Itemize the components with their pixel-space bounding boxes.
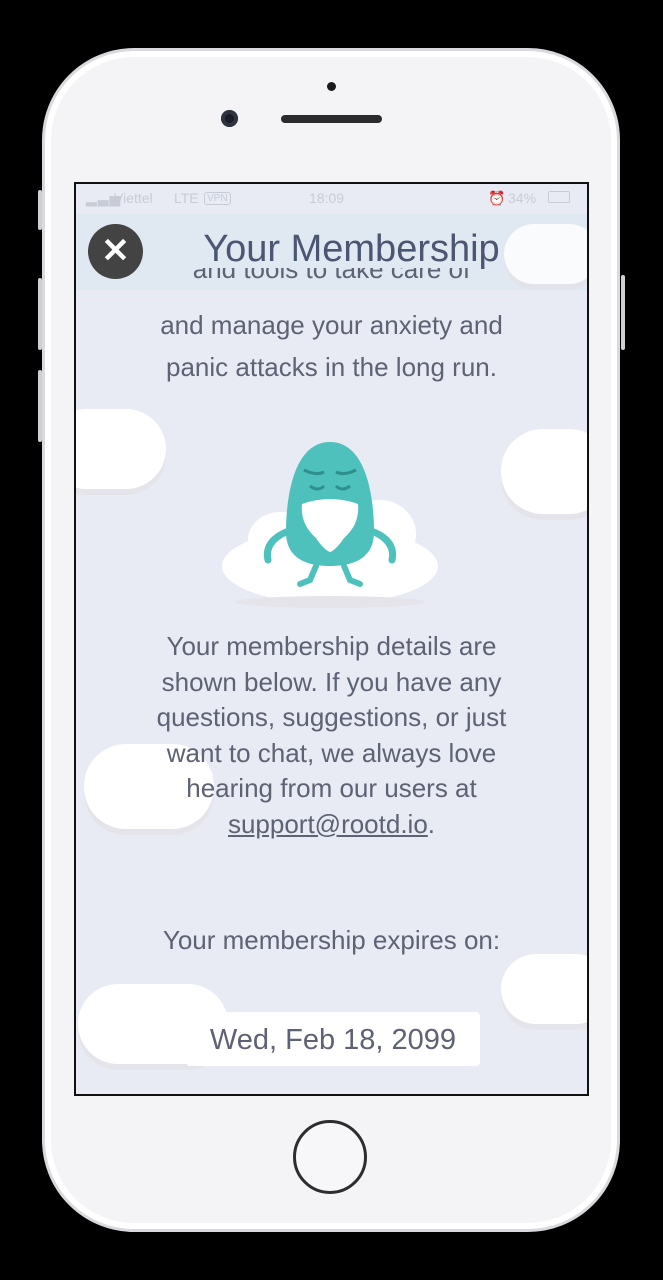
- network-label: LTE: [174, 190, 199, 206]
- alarm-icon: ⏰: [488, 190, 506, 206]
- earpiece-speaker: [281, 115, 382, 123]
- intro-cut-text: and tools to take care of: [192, 268, 471, 284]
- membership-details-paragraph: Your membership details are shown below.…: [126, 629, 537, 842]
- power-button: [621, 275, 625, 350]
- intro-paragraph: and manage your anxiety and panic attack…: [160, 310, 503, 382]
- battery-icon: [548, 191, 570, 203]
- details-period: .: [427, 808, 436, 839]
- mute-switch: [38, 190, 42, 230]
- page-title: Your Membership: [203, 228, 500, 270]
- clock: 18:09: [309, 190, 345, 206]
- status-bar: ▂▃▅ Viettel LTE VPN 18:09 ⏰ 34%: [76, 184, 587, 214]
- mascot-illustration: [222, 442, 438, 608]
- vpn-badge: VPN: [204, 192, 231, 205]
- cloud-decoration: [501, 954, 587, 1024]
- volume-up-button: [38, 278, 42, 350]
- details-text: Your membership details are shown below.…: [156, 631, 507, 803]
- support-email-link[interactable]: support@rootd.io: [228, 809, 428, 839]
- proximity-sensor: [327, 82, 336, 91]
- expiry-label: Your membership expires on:: [162, 925, 501, 955]
- app-screen: ▂▃▅ Viettel LTE VPN 18:09 ⏰ 34% ✕ Your M…: [74, 182, 589, 1096]
- home-button[interactable]: [293, 1120, 367, 1194]
- volume-down-button: [38, 370, 42, 442]
- front-camera: [221, 110, 238, 127]
- cloud-decoration: [501, 429, 587, 514]
- carrier-label: Viettel: [114, 190, 153, 206]
- expiry-date: Wed, Feb 18, 2099: [186, 1012, 480, 1066]
- battery-percent: 34%: [508, 190, 537, 206]
- cloud-decoration: [76, 409, 166, 489]
- intro-cut-line: and tools to take care of: [106, 268, 557, 292]
